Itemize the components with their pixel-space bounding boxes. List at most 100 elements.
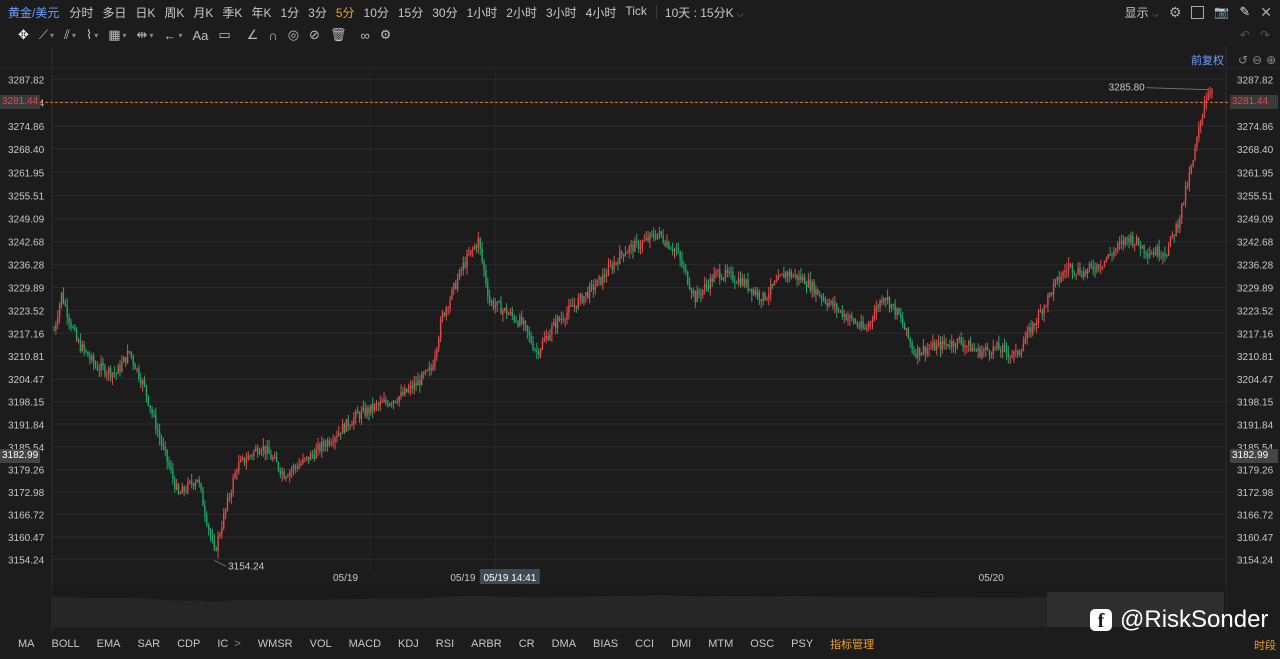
- candle-body: [241, 457, 244, 460]
- timeframe-7[interactable]: 1分: [280, 4, 299, 21]
- brush-tool-icon[interactable]: ∠: [247, 27, 259, 43]
- candle-body: [777, 275, 779, 281]
- timeframe-11[interactable]: 15分: [398, 4, 423, 21]
- candle-body: [1126, 237, 1128, 239]
- timeframe-4[interactable]: 月K: [193, 4, 213, 21]
- timeframe-2[interactable]: 日K: [135, 4, 155, 21]
- timeframe-9[interactable]: 5分: [336, 4, 355, 21]
- gear-icon[interactable]: ⚙: [1169, 4, 1182, 21]
- candle-body: [783, 273, 785, 279]
- indicator-2[interactable]: EMA: [97, 638, 121, 650]
- y-tick-label-left: 3160.47: [8, 533, 45, 544]
- trash-icon[interactable]: 🗑: [330, 27, 347, 43]
- candle-body: [656, 233, 659, 239]
- timeframe-17[interactable]: Tick: [625, 4, 647, 21]
- candle-body: [236, 470, 238, 473]
- candle-body: [1130, 235, 1132, 242]
- indicator-17[interactable]: DMI: [671, 638, 691, 650]
- indicator-12[interactable]: ARBR: [471, 638, 502, 650]
- timeframe-16[interactable]: 4小时: [586, 4, 617, 21]
- indicator-19[interactable]: OSC: [750, 638, 774, 650]
- channel-tool-icon[interactable]: ⫽ ▾: [64, 27, 76, 43]
- redo-icon[interactable]: ↷: [1260, 28, 1270, 42]
- candle-body: [888, 297, 891, 308]
- candle-body: [258, 452, 261, 455]
- timeframe-14[interactable]: 2小时: [506, 4, 537, 21]
- arrow-tool-icon[interactable]: ← ▾: [163, 28, 182, 43]
- candle-body: [858, 325, 861, 328]
- indicator-10[interactable]: KDJ: [398, 638, 419, 650]
- undo-icon[interactable]: ↶: [1240, 28, 1250, 42]
- candle-body: [1039, 310, 1042, 313]
- candle-body: [688, 284, 691, 290]
- indicator-18[interactable]: MTM: [708, 638, 733, 650]
- indicator-manager-button[interactable]: 指标管理: [830, 636, 874, 652]
- indicator-14[interactable]: DMA: [552, 638, 576, 650]
- layout-icon[interactable]: [1191, 5, 1205, 19]
- timeframe-3[interactable]: 周K: [164, 4, 184, 21]
- indicator-5[interactable]: IC: [217, 638, 228, 650]
- indicator-16[interactable]: CCI: [635, 638, 654, 650]
- magnet-icon[interactable]: ∩: [268, 28, 277, 43]
- indicator-6[interactable]: >: [234, 638, 240, 650]
- candle-body: [854, 322, 857, 324]
- timeframe-13[interactable]: 1小时: [467, 4, 498, 21]
- timeframe-15[interactable]: 3小时: [546, 4, 577, 21]
- comment-tool-icon[interactable]: ▭: [218, 27, 230, 43]
- candle-body: [430, 367, 432, 371]
- candle-body: [351, 424, 353, 426]
- text-tool-icon[interactable]: Aa: [192, 28, 208, 43]
- hide-icon[interactable]: ⊘: [309, 27, 320, 43]
- move-icon[interactable]: ✥: [18, 27, 29, 43]
- candle-body: [70, 322, 72, 328]
- candle-body: [185, 491, 187, 493]
- y-tick-label-right: 3261.95: [1237, 168, 1274, 179]
- pencil-icon[interactable]: ✎: [1239, 4, 1250, 20]
- candle-body: [751, 288, 753, 295]
- candle-body: [786, 271, 789, 277]
- candle-body: [160, 438, 163, 445]
- candle-body: [653, 233, 655, 238]
- timeframe-5[interactable]: 季K: [222, 4, 242, 21]
- timeframe-0[interactable]: 分时: [69, 4, 93, 21]
- y-tick-label-right: 3210.81: [1237, 352, 1274, 363]
- symbol-selector[interactable]: 黄金/美元: [8, 4, 59, 21]
- indicator-7[interactable]: WMSR: [258, 638, 293, 650]
- candlestick-chart[interactable]: 3287.82 3287.82 3281.44 3281.44 3274.86 3274.…: [0, 46, 1280, 633]
- indicator-9[interactable]: MACD: [349, 638, 381, 650]
- timeframe-1[interactable]: 多日: [102, 4, 126, 21]
- range-selector[interactable]: 10天 : 15分K ⌵: [665, 4, 744, 21]
- candle-body: [651, 233, 653, 235]
- indicator-8[interactable]: VOL: [310, 638, 332, 650]
- candle-body: [847, 318, 849, 321]
- candle-body: [477, 238, 480, 248]
- x-tick-label: 05/19: [450, 573, 475, 584]
- grid-tool-icon[interactable]: ▦ ▾: [108, 27, 126, 43]
- indicator-13[interactable]: CR: [519, 638, 535, 650]
- settings-icon[interactable]: ⚙: [380, 27, 392, 43]
- indicator-1[interactable]: BOLL: [52, 638, 80, 650]
- indicator-3[interactable]: SAR: [137, 638, 160, 650]
- watermark-text: @RiskSonder: [1120, 606, 1269, 633]
- wave-tool-icon[interactable]: ⌇ ▾: [86, 27, 98, 43]
- timeframe-10[interactable]: 10分: [364, 4, 389, 21]
- indicator-11[interactable]: RSI: [436, 638, 454, 650]
- indicator-4[interactable]: CDP: [177, 638, 200, 650]
- timeframe-6[interactable]: 年K: [251, 4, 271, 21]
- camera-icon[interactable]: 📷: [1214, 5, 1229, 19]
- candle-body: [634, 240, 636, 252]
- display-menu[interactable]: 显示 ⌵: [1125, 4, 1159, 21]
- candle-body: [1007, 352, 1010, 357]
- y-tick-label-right: 3172.98: [1237, 488, 1274, 499]
- time-segment-button[interactable]: 时段: [1254, 637, 1276, 653]
- line-tool-icon[interactable]: ⟋ ▾: [39, 27, 54, 43]
- link-icon[interactable]: ∞: [360, 28, 369, 43]
- indicator-20[interactable]: PSY: [791, 638, 813, 650]
- close-icon[interactable]: ✕: [1260, 4, 1272, 21]
- indicator-0[interactable]: MA: [18, 638, 35, 650]
- measure-tool-icon[interactable]: ⇹ ▾: [137, 27, 154, 43]
- eye-icon[interactable]: ◎: [288, 27, 299, 43]
- timeframe-12[interactable]: 30分: [432, 4, 457, 21]
- indicator-15[interactable]: BIAS: [593, 638, 618, 650]
- timeframe-8[interactable]: 3分: [308, 4, 327, 21]
